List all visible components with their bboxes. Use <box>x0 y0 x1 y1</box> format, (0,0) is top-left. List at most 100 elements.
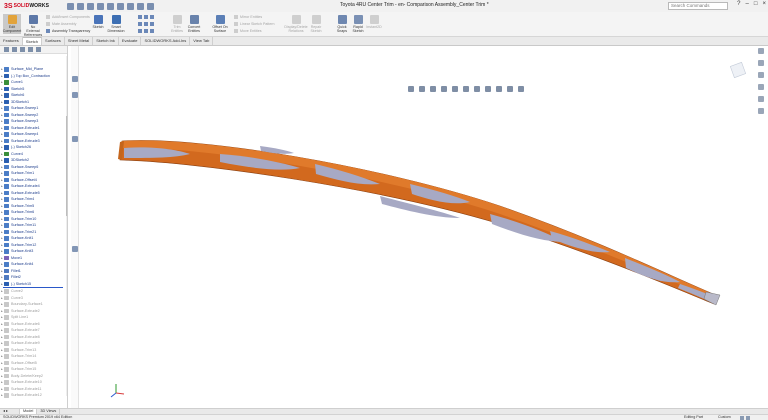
status-units[interactable]: Custom <box>718 415 731 420</box>
surface-feature-icon <box>4 67 9 72</box>
property-manager-tab-icon[interactable] <box>12 47 17 52</box>
status-version: SOLIDWORKS Premium 2019 x64 Edition <box>3 415 73 419</box>
surface-feature-icon <box>4 360 9 365</box>
close-button[interactable]: × <box>762 1 766 7</box>
app-logo[interactable]: 3S SOLIDWORKS <box>4 1 49 11</box>
edit-appearance-icon[interactable] <box>485 86 491 92</box>
line-icon <box>138 15 142 19</box>
tab-sketch-ink[interactable]: Sketch Ink <box>93 37 119 45</box>
trim-entities-button[interactable]: Trim Entities <box>170 15 184 33</box>
curve-feature-icon <box>4 289 9 294</box>
component-icon[interactable] <box>72 92 78 98</box>
search-commands-input[interactable]: Search Commands <box>668 2 728 10</box>
smart-dimension-button[interactable]: Smart Dimension <box>107 15 125 33</box>
rebuild-icon[interactable] <box>137 2 145 10</box>
hide-show-items-icon[interactable] <box>474 86 480 92</box>
edit-component-button[interactable]: Edit Component <box>3 14 21 34</box>
no-external-references-button[interactable]: No External References <box>24 15 42 37</box>
rebuild-status-icon[interactable] <box>740 415 744 420</box>
save-icon[interactable] <box>97 2 105 10</box>
dimxpert-tab-icon[interactable] <box>28 47 33 52</box>
move-entities-button[interactable]: Move Entities <box>234 29 262 33</box>
appearances-icon[interactable] <box>758 96 764 102</box>
tab-view[interactable]: View Tab <box>190 37 214 45</box>
rectangle-tool[interactable] <box>138 22 154 26</box>
offset-icon <box>215 15 225 24</box>
model-view[interactable] <box>80 46 768 408</box>
zoom-area-icon[interactable] <box>419 86 425 92</box>
curve-feature-icon <box>4 151 9 156</box>
help-status-icon[interactable] <box>746 415 750 420</box>
tab-addins[interactable]: SOLIDWORKS Add-Ins <box>141 37 191 45</box>
instant2d-button[interactable]: Instant2D <box>366 15 382 29</box>
new-document-icon[interactable] <box>77 2 85 10</box>
view-palette-icon[interactable] <box>758 84 764 90</box>
convert-icon <box>189 15 199 24</box>
move-feature-icon <box>4 255 9 260</box>
surface-feature-icon <box>4 354 9 359</box>
offset-on-surface-button[interactable]: Offset On Surface <box>212 15 228 33</box>
assembly-transparency-dropdown[interactable]: Assembly Transparency <box>46 29 90 33</box>
surface-feature-icon <box>4 262 9 267</box>
window-title: Toyota 4RU Center Trim - en- Comparison … <box>340 2 489 8</box>
rapid-sketch-button[interactable]: Rapid Sketch <box>351 15 365 33</box>
custom-properties-icon[interactable] <box>758 108 764 114</box>
tree-item[interactable]: ▸ Surface-Extrude12 <box>0 392 66 399</box>
undo-icon[interactable] <box>117 2 125 10</box>
maximize-button[interactable]: □ <box>754 1 758 7</box>
sketch-button[interactable]: Sketch <box>91 15 105 29</box>
trim-part-body[interactable] <box>119 140 719 305</box>
insert-components-button[interactable]: Add/Insert Components <box>46 15 90 19</box>
tab-evaluate[interactable]: Evaluate <box>119 37 142 45</box>
configuration-tab-icon[interactable] <box>20 47 25 52</box>
graphics-area[interactable] <box>80 46 768 408</box>
help-icon[interactable]: ? <box>737 1 740 7</box>
view-orientation-icon[interactable] <box>452 86 458 92</box>
surface-feature-icon <box>4 242 9 247</box>
zoom-fit-icon[interactable] <box>408 86 414 92</box>
display-delete-relations-button[interactable]: Display/Delete Relations <box>284 15 308 33</box>
view-settings-icon[interactable] <box>507 86 513 92</box>
scroll-marker-icon[interactable] <box>72 246 78 252</box>
circle-icon <box>144 15 148 19</box>
display-style-icon[interactable] <box>463 86 469 92</box>
repair-sketch-button[interactable]: Repair Sketch <box>309 15 323 33</box>
tab-sheet-metal[interactable]: Sheet Metal <box>65 37 94 45</box>
visibility-icon[interactable] <box>72 76 78 82</box>
design-library-icon[interactable] <box>758 60 764 66</box>
previous-view-icon[interactable] <box>430 86 436 92</box>
logo-text: SOLIDWORKS <box>13 3 50 9</box>
spline-tool[interactable] <box>138 29 154 33</box>
apply-scene-icon[interactable] <box>496 86 502 92</box>
mirror-entities-button[interactable]: Mirror Entities <box>234 15 262 19</box>
minimize-button[interactable]: – <box>746 1 749 7</box>
surface-feature-icon <box>4 308 9 313</box>
status-bar: SOLIDWORKS Premium 2019 x64 Edition Edit… <box>0 414 768 420</box>
mate-icon <box>46 22 50 26</box>
line-tool[interactable] <box>138 15 154 19</box>
mate-button[interactable]: Mate Assembly <box>46 22 76 26</box>
open-folder-icon[interactable] <box>87 2 95 10</box>
display-manager-tab-icon[interactable] <box>36 47 41 52</box>
tree-scrollbar[interactable] <box>66 56 67 396</box>
resources-icon[interactable] <box>758 48 764 54</box>
linear-pattern-button[interactable]: Linear Sketch Pattern <box>234 22 275 26</box>
convert-entities-button[interactable]: Convert Entities <box>186 15 202 33</box>
tab-surfaces[interactable]: Surfaces <box>42 37 65 45</box>
tree-scroll-thumb[interactable] <box>66 116 67 216</box>
monitor-icon[interactable] <box>518 86 524 92</box>
tab-sketch[interactable]: Sketch <box>22 37 43 45</box>
print-icon[interactable] <box>107 2 115 10</box>
view-orientation-cube[interactable] <box>729 61 747 79</box>
folder-icon[interactable] <box>72 136 78 142</box>
options-gear-icon[interactable] <box>147 2 155 10</box>
file-explorer-icon[interactable] <box>758 72 764 78</box>
tab-features[interactable]: Features <box>0 37 23 45</box>
home-icon[interactable] <box>67 2 75 10</box>
select-arrow-icon[interactable] <box>127 2 135 10</box>
surface-feature-icon <box>4 210 9 215</box>
section-view-icon[interactable] <box>441 86 447 92</box>
feature-tree-tab-icon[interactable] <box>4 47 9 52</box>
quick-snaps-button[interactable]: Quick Snaps <box>335 15 349 33</box>
surface-feature-icon <box>4 249 9 254</box>
